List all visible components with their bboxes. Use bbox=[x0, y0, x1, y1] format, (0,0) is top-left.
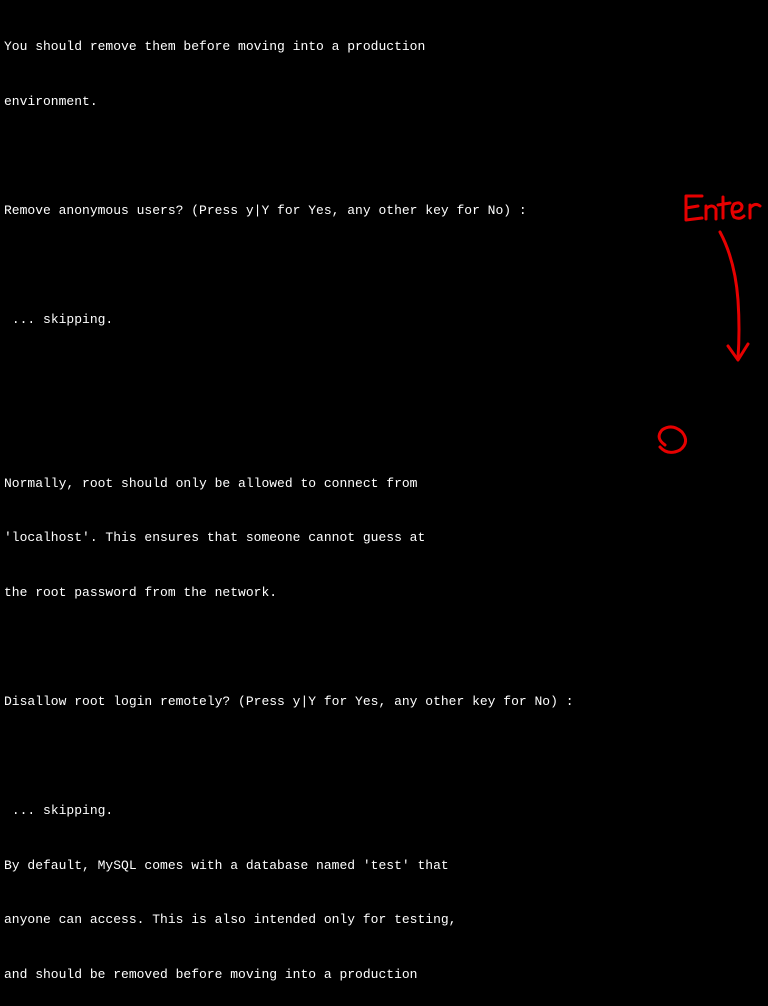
terminal-line: anyone can access. This is also intended… bbox=[4, 911, 764, 929]
terminal-output[interactable]: You should remove them before moving int… bbox=[4, 2, 764, 1006]
terminal-line: the root password from the network. bbox=[4, 584, 764, 602]
terminal-line: Disallow root login remotely? (Press y|Y… bbox=[4, 693, 764, 711]
terminal-line bbox=[4, 257, 764, 275]
terminal-line: Remove anonymous users? (Press y|Y for Y… bbox=[4, 202, 764, 220]
terminal-line bbox=[4, 148, 764, 166]
terminal-line bbox=[4, 639, 764, 657]
terminal-line: ... skipping. bbox=[4, 311, 764, 329]
terminal-line: and should be removed before moving into… bbox=[4, 966, 764, 984]
terminal-line: 'localhost'. This ensures that someone c… bbox=[4, 529, 764, 547]
terminal-line bbox=[4, 748, 764, 766]
terminal-line bbox=[4, 366, 764, 384]
terminal-line: By default, MySQL comes with a database … bbox=[4, 857, 764, 875]
terminal-line: environment. bbox=[4, 93, 764, 111]
terminal-line: ... skipping. bbox=[4, 802, 764, 820]
terminal-line: Normally, root should only be allowed to… bbox=[4, 475, 764, 493]
terminal-line: You should remove them before moving int… bbox=[4, 38, 764, 56]
terminal-line bbox=[4, 420, 764, 438]
